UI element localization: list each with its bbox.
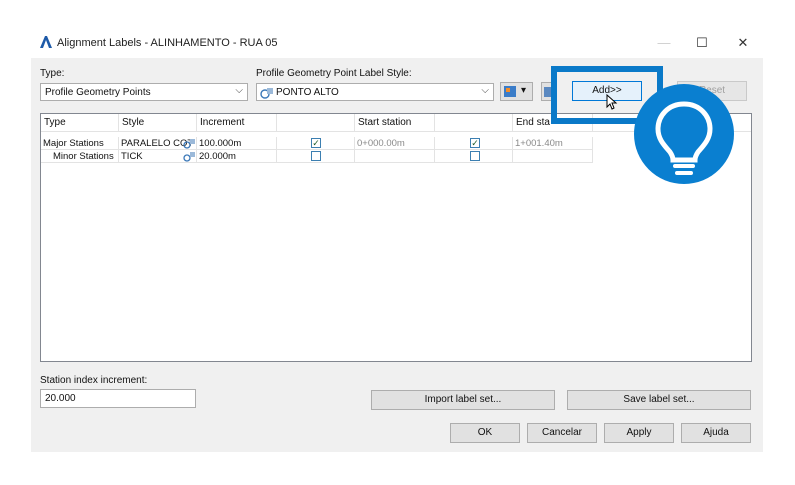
table-row-increment[interactable]: 100.000m [197, 137, 277, 150]
end-station-checkbox[interactable]: ✓ [470, 138, 480, 148]
column-header[interactable]: Style [119, 114, 197, 132]
table-row-start-station[interactable]: 0+000.00m [355, 137, 435, 150]
lightbulb-badge [634, 84, 734, 184]
chevron-down-icon: ▾ [521, 85, 527, 96]
table-row-end-station[interactable]: 1+001.40m [513, 137, 593, 150]
label-style-icon[interactable] [183, 151, 196, 162]
title-bar: Alignment Labels - ALINHAMENTO - RUA 05 … [31, 28, 763, 58]
style-label: Profile Geometry Point Label Style: [256, 68, 412, 79]
chevron-down-icon: ⌵ [235, 85, 243, 96]
station-index-label: Station index increment: [40, 375, 148, 386]
label-style-icon[interactable] [183, 138, 196, 149]
column-header[interactable]: Start station [355, 114, 435, 132]
column-header[interactable] [435, 114, 513, 132]
table-row-end-station[interactable] [513, 150, 593, 163]
ok-button[interactable]: OK [450, 423, 520, 443]
style-dropdown[interactable]: PONTO ALTO ⌵ [256, 83, 494, 101]
start-station-checkbox[interactable]: ✓ [311, 138, 321, 148]
edit-style-icon [504, 86, 516, 97]
civil3d-app-icon [40, 36, 52, 48]
close-button[interactable]: ✕ [728, 32, 758, 54]
style-edit-button[interactable]: ▾ [500, 82, 533, 101]
table-row-increment[interactable]: 20.000m [197, 150, 277, 163]
help-button[interactable]: Ajuda [681, 423, 751, 443]
import-label-set-button[interactable]: Import label set... [371, 390, 555, 410]
type-value: Profile Geometry Points [45, 87, 151, 98]
end-station-checkbox[interactable] [470, 151, 480, 161]
table-row-type[interactable]: Major Stations [41, 137, 119, 150]
station-index-input[interactable]: 20.000 [40, 389, 196, 408]
minimize-button[interactable]: — [649, 32, 679, 54]
column-header[interactable]: Type [41, 114, 119, 132]
cancel-button[interactable]: Cancelar [527, 423, 597, 443]
window-title: Alignment Labels - ALINHAMENTO - RUA 05 [57, 37, 278, 49]
style-value: PONTO ALTO [276, 87, 339, 98]
column-header[interactable] [277, 114, 355, 132]
column-header[interactable]: Increment [197, 114, 277, 132]
type-dropdown[interactable]: Profile Geometry Points ⌵ [40, 83, 248, 101]
apply-button[interactable]: Apply [604, 423, 674, 443]
style-name: TICK [121, 151, 143, 162]
table-row-start-station[interactable] [355, 150, 435, 163]
start-station-checkbox[interactable] [311, 151, 321, 161]
type-label: Type: [40, 68, 65, 79]
save-label-set-button[interactable]: Save label set... [567, 390, 751, 410]
maximize-button[interactable]: ☐ [687, 32, 717, 54]
table-row-type[interactable]: Minor Stations [41, 150, 119, 163]
chevron-down-icon: ⌵ [481, 85, 489, 96]
label-style-icon [260, 88, 273, 99]
lightbulb-icon [655, 101, 713, 175]
